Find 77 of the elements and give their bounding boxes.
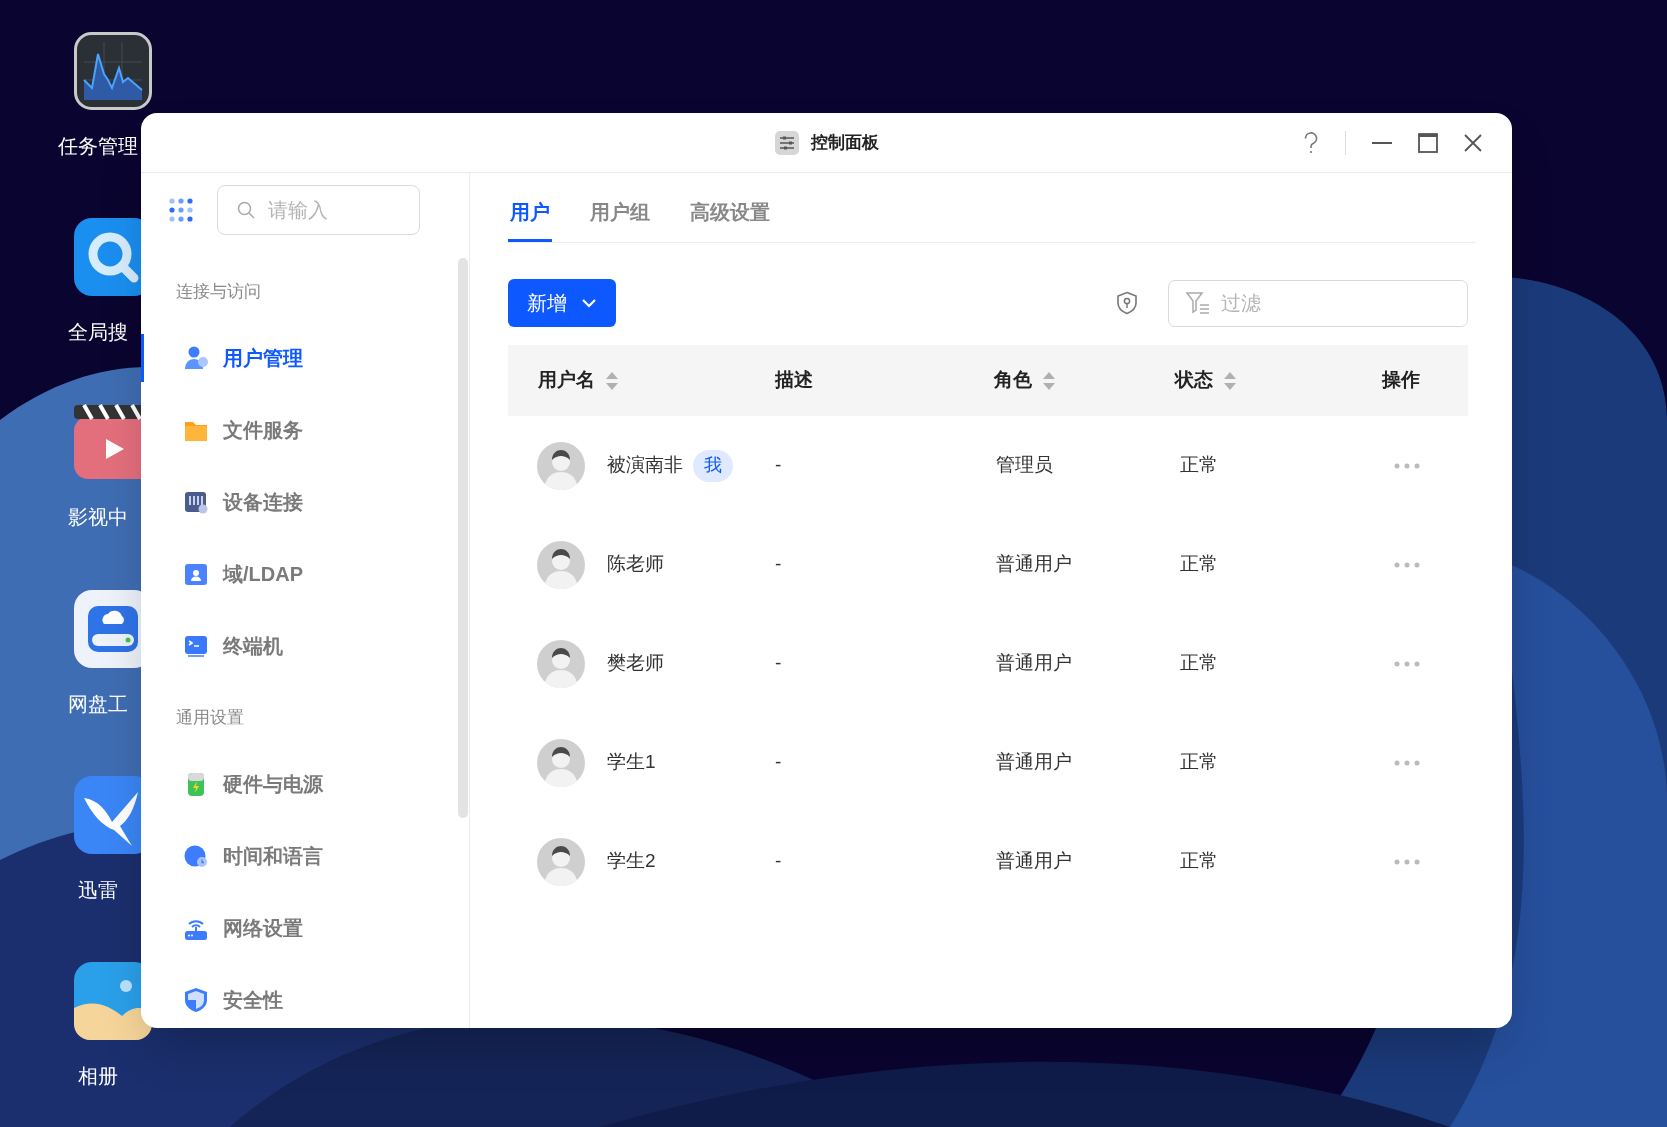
username: 学生1: [607, 750, 656, 775]
desktop-icon-label[interactable]: 影视中: [56, 505, 140, 529]
username: 被演南非: [607, 453, 683, 478]
scrollbar[interactable]: [458, 258, 468, 818]
desktop-icon-label[interactable]: 网盘工: [56, 692, 140, 716]
section-heading: 通用设置: [176, 707, 244, 730]
server-icon: [183, 489, 209, 515]
role: 管理员: [996, 454, 1053, 476]
avatar-silhouette: [537, 738, 585, 787]
description: -: [775, 751, 782, 773]
add-button[interactable]: 新增: [508, 279, 616, 327]
status: 正常: [1180, 850, 1218, 872]
desktop-icon-label[interactable]: 任务管理: [56, 134, 140, 158]
username: 樊老师: [607, 651, 664, 676]
description: -: [775, 454, 782, 476]
current-user-badge: 我: [693, 449, 733, 482]
tab[interactable]: 用户: [508, 184, 552, 242]
tab[interactable]: 用户组: [588, 184, 652, 242]
shield-icon[interactable]: [1116, 291, 1138, 315]
sidebar-item[interactable]: 域/LDAP: [141, 538, 421, 610]
description: -: [775, 652, 782, 674]
sidebar-item[interactable]: 安全性: [141, 964, 421, 1028]
user-icon: [183, 345, 209, 371]
id-card-icon: [183, 561, 209, 587]
sidebar-item[interactable]: 硬件与电源: [141, 748, 421, 820]
role: 普通用户: [996, 751, 1072, 773]
sidebar-item[interactable]: 设备连接: [141, 466, 421, 538]
desktop-icon-label[interactable]: 全局搜: [56, 320, 140, 344]
avatar-silhouette: [537, 639, 585, 688]
window-title: 控制面板: [810, 132, 879, 155]
help-icon[interactable]: [1303, 131, 1319, 154]
role: 普通用户: [996, 553, 1072, 575]
maximize-icon[interactable]: [1418, 132, 1438, 153]
status: 正常: [1180, 553, 1218, 575]
column-header[interactable]: 描述: [775, 366, 813, 395]
username: 学生2: [607, 849, 656, 874]
monitor-chart-icon[interactable]: [74, 32, 152, 110]
sidebar-item[interactable]: 文件服务: [141, 394, 421, 466]
avatar-silhouette: [537, 441, 585, 490]
sidebar-item[interactable]: 终端机: [141, 610, 421, 682]
shield-icon: [183, 987, 209, 1013]
sidebar-item[interactable]: 用户管理: [141, 322, 421, 394]
cloud-drive-icon[interactable]: [74, 590, 141, 668]
terminal-icon: [183, 633, 209, 659]
magnifier-icon[interactable]: [74, 218, 141, 296]
tab[interactable]: 高级设置: [688, 184, 772, 242]
column-header[interactable]: 用户名: [538, 366, 619, 395]
role: 普通用户: [996, 652, 1072, 674]
desktop-icon-label[interactable]: 相册: [56, 1064, 140, 1088]
desktop-icon-label[interactable]: 迅雷: [56, 878, 140, 902]
role: 普通用户: [996, 850, 1072, 872]
column-header[interactable]: 角色: [994, 366, 1056, 395]
search-icon: [237, 201, 255, 219]
app-grid-icon[interactable]: [169, 198, 193, 222]
status: 正常: [1180, 751, 1218, 773]
close-icon[interactable]: [1464, 133, 1482, 152]
description: -: [775, 553, 782, 575]
minimize-icon[interactable]: [1372, 141, 1392, 144]
description: -: [775, 850, 782, 872]
avatar-silhouette: [537, 540, 585, 589]
status: 正常: [1180, 652, 1218, 674]
globe-clock-icon: [183, 843, 209, 869]
control-panel-icon: [774, 131, 799, 155]
username: 陈老师: [607, 552, 664, 577]
bird-icon[interactable]: [74, 776, 141, 854]
sidebar-item[interactable]: 时间和语言: [141, 820, 421, 892]
column-header[interactable]: 操作: [1382, 366, 1420, 395]
status: 正常: [1180, 454, 1218, 476]
chevron-down-icon: [581, 298, 597, 308]
filter-icon: [1186, 291, 1210, 314]
column-header[interactable]: 状态: [1175, 366, 1237, 395]
search-field[interactable]: 请输入: [217, 185, 420, 235]
filter-field[interactable]: 过滤: [1168, 279, 1468, 327]
clapperboard-icon[interactable]: [74, 403, 141, 481]
sidebar-item[interactable]: 网络设置: [141, 892, 421, 964]
avatar-silhouette: [537, 837, 585, 886]
section-heading: 连接与访问: [176, 281, 261, 304]
